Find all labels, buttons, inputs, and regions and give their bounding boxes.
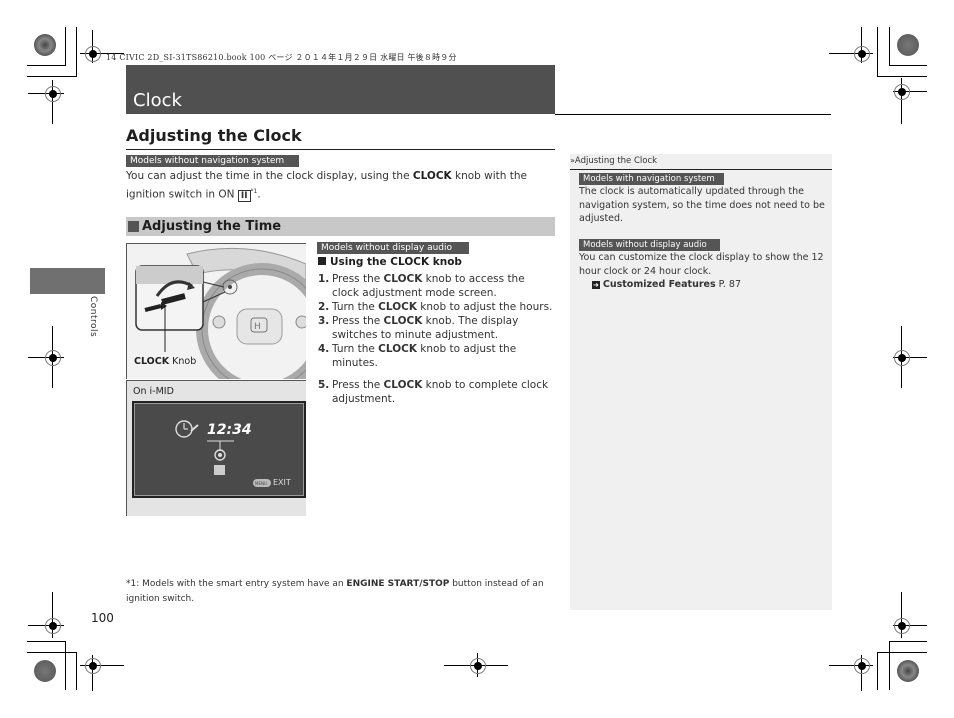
imid-caption: On i-MID (133, 386, 174, 397)
section-title: Adjusting the Clock (126, 126, 302, 145)
step-text: Turn the CLOCK knob to adjust the hours. (332, 300, 572, 314)
procedure-title: Using the CLOCK knob (318, 256, 462, 268)
step-number: 1. (318, 273, 330, 285)
subsection-title: Adjusting the Time (142, 219, 282, 234)
footnote-text: *1: Models with the smart entry system h… (126, 579, 347, 589)
intro-paragraph: You can adjust the time in the clock dis… (126, 169, 556, 203)
chapter-tab-marker (30, 268, 105, 294)
color-dial-bottom-right (897, 660, 919, 682)
step-bold: CLOCK (378, 343, 417, 355)
chapter-title: Clock (133, 90, 182, 111)
step-text: Press the CLOCK knob. The display switch… (332, 314, 522, 342)
sidebar-rule (570, 169, 832, 170)
sidebar-heading: »Adjusting the Clock (570, 156, 657, 166)
link-page[interactable]: P. 87 (716, 279, 741, 290)
clock-knob-label: CLOCK Knob (134, 356, 196, 367)
ignition-switch-symbol: II (237, 189, 251, 202)
arrow-reference-icon: ➜ (592, 281, 600, 289)
section-bullet-icon (128, 221, 139, 232)
step-number: 4. (318, 343, 330, 355)
step-text: Press the CLOCK knob to complete clock a… (332, 378, 554, 406)
procedure-title-text: Using the CLOCK knob (330, 256, 462, 268)
imid-menu-label: MENU (255, 481, 267, 486)
imid-screen: 12:34 MENU EXIT (132, 401, 306, 498)
color-dial-top-right (897, 34, 919, 56)
sidebar-heading-text: Adjusting the Clock (574, 156, 658, 166)
enter-icon (214, 465, 225, 475)
step-number: 3. (318, 315, 330, 327)
intro-period: . (257, 188, 261, 201)
link-text[interactable]: Customized Features (603, 279, 716, 290)
page-number: 100 (91, 611, 114, 625)
step-bold: CLOCK (383, 379, 423, 391)
procedure-bullet-icon (318, 257, 326, 265)
chapter-title-bar: Clock (126, 65, 555, 114)
svg-text:H: H (254, 322, 261, 332)
step-bold: CLOCK (383, 315, 423, 327)
sidebar-tag-nav: Models with navigation system (579, 173, 724, 185)
color-dial-top-left (34, 34, 56, 56)
model-tag-no-nav: Models without navigation system (126, 155, 299, 167)
section-rule (126, 149, 555, 150)
imid-exit-label: EXIT (273, 478, 291, 487)
step-number: 2. (318, 301, 330, 313)
sidebar-display-audio-text: You can customize the clock display to s… (579, 252, 824, 277)
step-bold: CLOCK (383, 273, 423, 285)
step-number: 5. (318, 379, 330, 391)
clock-knob-label-rest: Knob (169, 356, 197, 367)
step-text: Turn the CLOCK knob to adjust the minute… (332, 342, 522, 370)
step-pre: Press the (332, 315, 384, 327)
knob-figure: H CLOCK Knob (126, 243, 306, 379)
imid-time: 12:34 (207, 422, 252, 438)
sidebar-nav-text: The clock is automatically updated throu… (579, 186, 825, 224)
step-pre: Press the (332, 379, 384, 391)
footnote: *1: Models with the smart entry system h… (126, 577, 558, 607)
color-dial-bottom-left (34, 660, 56, 682)
step-pre: Turn the (332, 301, 379, 313)
model-tag-no-display-audio: Models without display audio (317, 242, 469, 254)
sidebar-notes: »Adjusting the Clock Models with navigat… (570, 154, 832, 610)
customized-features-link[interactable]: ➜ Customized Features P. 87 (592, 278, 741, 292)
clock-keyword: CLOCK (412, 170, 452, 182)
subsection-bar: Adjusting the Time (126, 217, 555, 236)
step-text: Press the CLOCK knob to access the clock… (332, 272, 554, 300)
step-post: knob to adjust the hours. (416, 301, 553, 313)
print-header: 14 CIVIC 2D_SI-31TS86210.book 100 ページ ２０… (106, 53, 457, 62)
intro-text: You can adjust the time in the clock dis… (126, 170, 413, 182)
step-pre: Press the (332, 273, 384, 285)
step-bold: CLOCK (378, 301, 417, 313)
chapter-tab-label: Controls (88, 296, 98, 338)
imid-figure: On i-MID 12:34 MENU EXIT (126, 380, 306, 516)
footnote-bold: ENGINE START/STOP (346, 579, 450, 589)
sidebar-tag-no-display-audio: Models without display audio (579, 239, 720, 251)
step-pre: Turn the (332, 343, 379, 355)
clock-knob-label-bold: CLOCK (134, 356, 170, 367)
